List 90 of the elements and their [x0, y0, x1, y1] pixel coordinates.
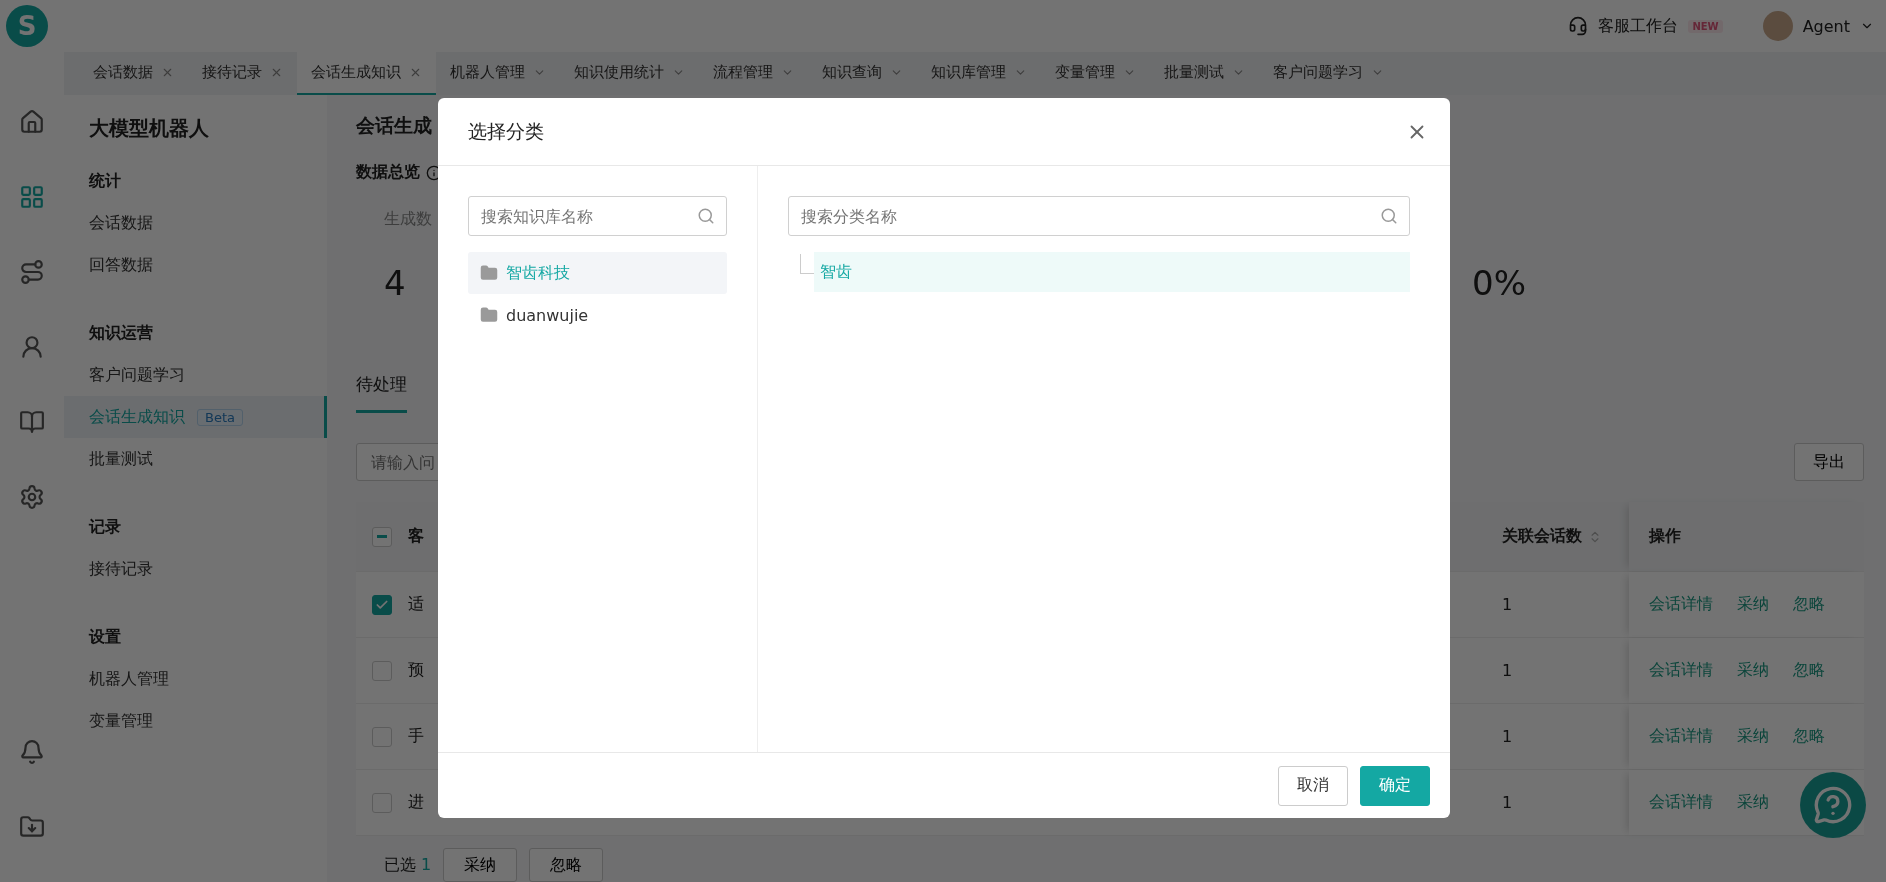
sidebar-item-label: 机器人管理	[89, 668, 169, 690]
table-cell: 适	[408, 594, 424, 615]
cancel-button[interactable]: 取消	[1278, 765, 1348, 806]
sidebar-item-label: 客户问题学习	[89, 364, 185, 386]
action-link[interactable]: 采纳	[1737, 726, 1769, 747]
sidebar-item[interactable]: 机器人管理	[64, 658, 327, 700]
column-header: 操作	[1649, 526, 1681, 547]
logo: S	[6, 5, 48, 47]
content-tab[interactable]: 待处理	[356, 373, 407, 413]
sidebar-item-label: 接待记录	[89, 558, 153, 580]
page-tab[interactable]: 流程管理	[699, 52, 808, 95]
page-tab[interactable]: 会话生成知识	[297, 52, 436, 95]
page-tab[interactable]: 客户问题学习	[1259, 52, 1398, 95]
search-icon[interactable]	[697, 207, 715, 225]
sidebar-item-label: 会话生成知识	[89, 406, 185, 428]
table-cell-text: 1	[1502, 727, 1514, 746]
knowledge-base-label: 智齿科技	[506, 262, 570, 284]
stat-value: 0%	[1472, 263, 1526, 303]
folder-icon	[480, 306, 498, 324]
sidebar-item[interactable]: 会话生成知识 Beta	[64, 396, 327, 438]
beta-badge: Beta	[197, 408, 243, 426]
sidebar-item-label: 回答数据	[89, 254, 153, 276]
action-link[interactable]: 采纳	[1737, 792, 1769, 813]
sidebar-group-heading: 知识运营	[88, 321, 154, 344]
page-tab[interactable]: 会话数据	[79, 52, 188, 95]
category-search-field[interactable]: 搜索分类名称	[788, 196, 1410, 236]
sidebar-group-heading: 统计	[87, 169, 122, 192]
sidebar-item[interactable]: 变量管理	[64, 700, 327, 742]
sidebar-item[interactable]: 接待记录	[64, 548, 327, 590]
page-tab[interactable]: 批量测试	[1150, 52, 1259, 95]
overview-heading: 数据总览	[356, 162, 420, 184]
column-header: 客	[408, 526, 424, 547]
table-cell-text: 1	[1502, 793, 1514, 812]
action-link[interactable]: 忽略	[1793, 726, 1825, 747]
export-button[interactable]: 导出	[1794, 443, 1864, 481]
bulk-action-button[interactable]: 采纳	[443, 848, 518, 882]
category-item[interactable]: 智齿	[814, 252, 1410, 292]
action-link[interactable]: 会话详情	[1649, 726, 1713, 747]
page-tab[interactable]: 知识库管理	[917, 52, 1041, 95]
sidebar-group-heading: 记录	[87, 515, 122, 538]
sidebar-group-heading: 设置	[87, 625, 122, 648]
action-link[interactable]: 采纳	[1737, 660, 1769, 681]
question-bubble-icon	[1813, 785, 1853, 825]
sidebar-item[interactable]: 客户问题学习	[64, 354, 327, 396]
sidebar-item-label: 会话数据	[89, 212, 153, 234]
sidebar-item-label: 变量管理	[89, 710, 153, 732]
page-tab[interactable]: 接待记录	[188, 52, 297, 95]
folder-icon	[480, 264, 498, 282]
select-all-checkbox[interactable]	[372, 526, 392, 547]
sidebar-item[interactable]: 会话数据	[64, 202, 327, 244]
row-checkbox[interactable]	[372, 594, 392, 615]
search-icon[interactable]	[1380, 207, 1398, 225]
action-link[interactable]: 会话详情	[1649, 660, 1713, 681]
close-icon[interactable]	[409, 66, 422, 79]
headset-icon	[1568, 16, 1589, 36]
close-icon[interactable]	[161, 66, 174, 79]
column-header[interactable]: 关联会话数	[1502, 526, 1629, 547]
page-tab[interactable]: 知识使用统计	[560, 52, 699, 95]
action-link[interactable]: 忽略	[1793, 594, 1825, 615]
page-tab[interactable]: 变量管理	[1041, 52, 1150, 95]
table-cell-text: 1	[1502, 595, 1514, 614]
avatar[interactable]	[1762, 11, 1793, 41]
close-icon[interactable]	[270, 66, 283, 79]
knowledge-base-item[interactable]: duanwujie	[468, 294, 727, 336]
action-link[interactable]: 会话详情	[1649, 792, 1713, 813]
selected-count: 已选 1	[384, 854, 432, 876]
sidebar-item[interactable]: 批量测试	[64, 438, 327, 480]
sidebar-item-label: 批量测试	[89, 448, 153, 470]
new-badge: NEW	[1688, 19, 1723, 33]
sidebar-item[interactable]: 回答数据	[64, 244, 327, 286]
knowledge-base-item[interactable]: 智齿科技	[468, 252, 727, 294]
action-link[interactable]: 会话详情	[1649, 594, 1713, 615]
sidebar-title: 大模型机器人	[88, 115, 210, 142]
stat-value: 4	[384, 263, 407, 303]
table-cell: 进	[408, 792, 424, 813]
dialog-title: 选择分类	[468, 118, 544, 144]
page-title: 会话生成	[356, 113, 432, 138]
workbench-link[interactable]: 客服工作台	[1598, 15, 1679, 37]
knowledge-base-search-field[interactable]: 搜索知识库名称	[468, 196, 727, 236]
bulk-action-button[interactable]: 忽略	[529, 848, 604, 882]
user-name[interactable]: Agent	[1802, 16, 1850, 36]
page-tab[interactable]: 知识查询	[808, 52, 917, 95]
page-tab[interactable]: 机器人管理	[436, 52, 560, 95]
knowledge-base-label: duanwujie	[506, 305, 589, 325]
confirm-button[interactable]: 确定	[1360, 765, 1430, 806]
action-link[interactable]: 采纳	[1737, 594, 1769, 615]
table-cell: 手	[408, 726, 424, 747]
action-link[interactable]: 忽略	[1793, 660, 1825, 681]
table-cell: 预	[408, 660, 424, 681]
table-cell-text: 1	[1502, 661, 1514, 680]
